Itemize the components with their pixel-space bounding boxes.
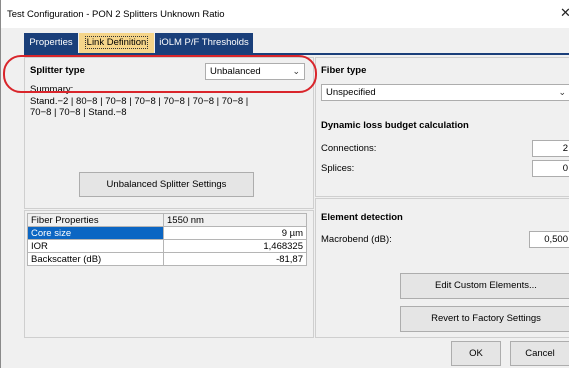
edit-custom-elements-button[interactable]: Edit Custom Elements... bbox=[400, 273, 569, 299]
title-bar: Test Configuration - PON 2 Splitters Unk… bbox=[1, 0, 569, 28]
macrobend-input[interactable]: 0,500 bbox=[529, 231, 569, 248]
fiber-properties-table: Fiber Properties 1550 nm Core size 9 µm … bbox=[27, 213, 307, 266]
row-value-core-size[interactable]: 9 µm bbox=[163, 226, 307, 240]
tab-link-definition-label: Link Definition bbox=[84, 36, 149, 49]
fiber-type-panel: Fiber type Unspecified ⌄ Dynamic loss bu… bbox=[315, 57, 569, 197]
table-row[interactable]: IOR 1,468325 bbox=[27, 239, 307, 253]
summary-label: Summary: bbox=[30, 84, 74, 95]
fiber-type-label: Fiber type bbox=[321, 65, 367, 76]
revert-to-factory-settings-button[interactable]: Revert to Factory Settings bbox=[400, 306, 569, 332]
connections-input[interactable]: 2 bbox=[532, 140, 569, 157]
link-definition-content: Splitter type Unbalanced ⌄ Summary: Stan… bbox=[24, 55, 569, 338]
chevron-down-icon: ⌄ bbox=[558, 87, 566, 97]
chevron-down-icon: ⌄ bbox=[292, 66, 300, 76]
summary-line-1: Stand.−2 | 80−8 | 70−8 | 70−8 | 70−8 | 7… bbox=[30, 96, 249, 107]
row-value-backscatter[interactable]: -81,87 bbox=[163, 252, 307, 266]
element-detection-heading: Element detection bbox=[321, 212, 403, 223]
tab-link-definition[interactable]: Link Definition bbox=[79, 33, 154, 53]
dialog-footer: OK Cancel bbox=[1, 338, 569, 368]
column-header-1550nm: 1550 nm bbox=[163, 213, 307, 227]
splitter-type-label: Splitter type bbox=[30, 65, 85, 76]
tab-iolm-pf-thresholds[interactable]: iOLM P/F Thresholds bbox=[155, 33, 253, 53]
column-header-fiber-properties: Fiber Properties bbox=[27, 213, 164, 227]
unbalanced-splitter-settings-button[interactable]: Unbalanced Splitter Settings bbox=[79, 172, 254, 197]
close-icon[interactable]: ✕ bbox=[560, 5, 569, 21]
table-row[interactable]: Backscatter (dB) -81,87 bbox=[27, 252, 307, 266]
summary-line-2: 70−8 | 70−8 | Stand.−8 bbox=[30, 107, 127, 118]
test-configuration-dialog: Test Configuration - PON 2 Splitters Unk… bbox=[0, 0, 569, 368]
row-value-ior[interactable]: 1,468325 bbox=[163, 239, 307, 253]
row-name-ior[interactable]: IOR bbox=[27, 239, 164, 253]
table-row[interactable]: Core size 9 µm bbox=[27, 226, 307, 240]
splices-label: Splices: bbox=[321, 163, 355, 174]
tab-strip: Properties Link Definition iOLM P/F Thre… bbox=[24, 33, 569, 55]
connections-label: Connections: bbox=[321, 143, 377, 154]
tab-properties[interactable]: Properties bbox=[24, 33, 78, 53]
ok-button[interactable]: OK bbox=[451, 341, 501, 366]
fiber-properties-panel: Fiber Properties 1550 nm Core size 9 µm … bbox=[24, 210, 314, 338]
macrobend-label: Macrobend (dB): bbox=[321, 234, 392, 245]
splitter-panel: Splitter type Unbalanced ⌄ Summary: Stan… bbox=[24, 57, 314, 209]
fiber-type-value: Unspecified bbox=[326, 87, 376, 98]
splitter-type-value: Unbalanced bbox=[210, 66, 261, 77]
cancel-button[interactable]: Cancel bbox=[510, 341, 569, 366]
dynamic-loss-budget-heading: Dynamic loss budget calculation bbox=[321, 120, 469, 131]
row-name-core-size[interactable]: Core size bbox=[27, 226, 164, 240]
splitter-type-dropdown[interactable]: Unbalanced ⌄ bbox=[205, 63, 305, 80]
splices-input[interactable]: 0 bbox=[532, 160, 569, 177]
element-detection-panel: Element detection Macrobend (dB): 0,500 … bbox=[315, 198, 569, 338]
row-name-backscatter[interactable]: Backscatter (dB) bbox=[27, 252, 164, 266]
window-title: Test Configuration - PON 2 Splitters Unk… bbox=[7, 9, 225, 20]
fiber-type-dropdown[interactable]: Unspecified ⌄ bbox=[321, 84, 569, 101]
table-header-row: Fiber Properties 1550 nm bbox=[27, 213, 307, 227]
